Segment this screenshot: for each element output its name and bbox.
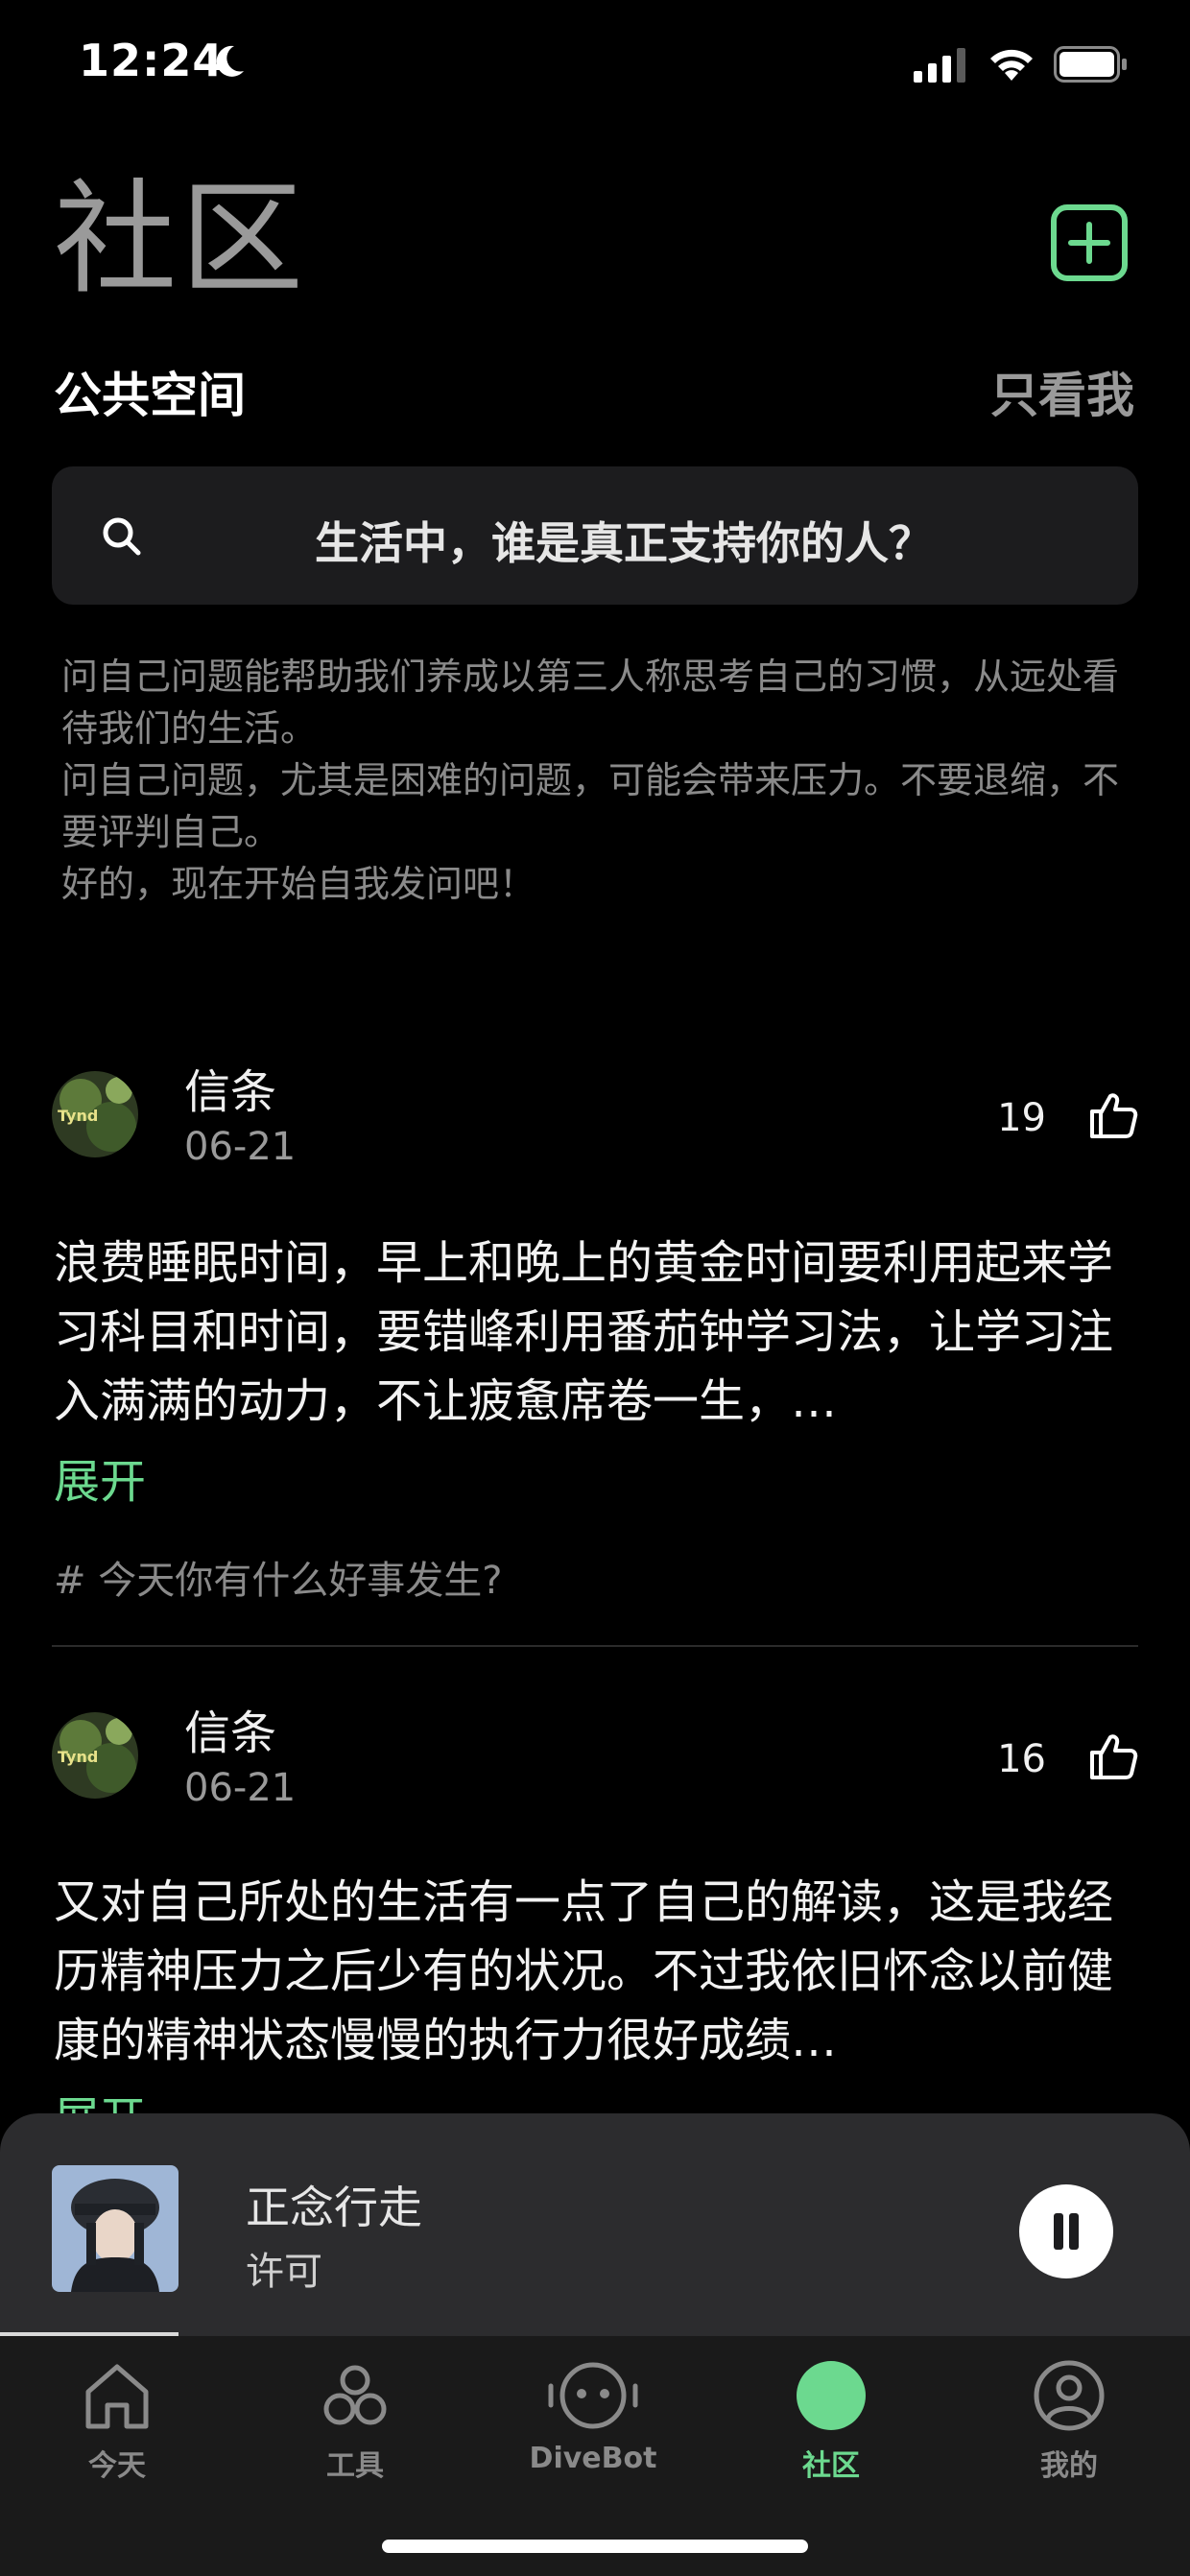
battery-icon bbox=[1054, 46, 1127, 83]
tab-label: DiveBot bbox=[529, 2442, 657, 2475]
status-bar: 12:24 bbox=[0, 0, 1190, 134]
community-icon bbox=[797, 2361, 866, 2430]
post-date: 06-21 bbox=[184, 1125, 297, 1169]
like-count: 16 bbox=[997, 1737, 1046, 1781]
cellular-signal-icon bbox=[914, 48, 965, 83]
tab-label: 工具 bbox=[326, 2449, 384, 2483]
home-icon bbox=[85, 2364, 149, 2429]
question-card[interactable]: 生活中，谁是真正支持你的人？ bbox=[52, 466, 1138, 605]
post-author: 信条 bbox=[184, 1706, 277, 1760]
public-space-tab[interactable]: 公共空间 bbox=[54, 357, 246, 426]
status-time: 12:24 bbox=[79, 35, 225, 86]
tab-community[interactable]: 社区 bbox=[735, 2357, 927, 2492]
page-title: 社区 bbox=[54, 168, 308, 311]
post-author: 信条 bbox=[184, 1065, 277, 1119]
tools-icon bbox=[323, 2365, 387, 2425]
daily-question: 生活中，谁是真正支持你的人？ bbox=[315, 517, 933, 569]
tab-tools[interactable]: 工具 bbox=[259, 2357, 451, 2492]
like-count: 19 bbox=[997, 1096, 1046, 1140]
post-text: 又对自己所处的生活有一点了自己的解读，这是我经历精神压力之后少有的状况。不过我依… bbox=[54, 1875, 1114, 2067]
svg-text:Tynd: Tynd bbox=[58, 1107, 98, 1125]
svg-text:Tynd: Tynd bbox=[58, 1748, 98, 1766]
home-indicator[interactable] bbox=[382, 2540, 808, 2553]
moon-icon bbox=[216, 45, 244, 77]
question-description: 问自己问题能帮助我们养成以第三人称思考自己的习惯，从远处看待我们的生活。 问自己… bbox=[61, 651, 1136, 910]
mini-player[interactable]: 正念行走 许可 bbox=[0, 2113, 1190, 2336]
tab-label: 今天 bbox=[88, 2449, 146, 2483]
thumbs-up-icon[interactable] bbox=[1088, 1731, 1138, 1781]
post-topic-tag[interactable]: # 今天你有什么好事发生? bbox=[54, 1549, 502, 1605]
pause-button[interactable] bbox=[1019, 2184, 1113, 2278]
description-line: 问自己问题，尤其是困难的问题，可能会带来压力。不要退缩，不要评判自己。 bbox=[61, 759, 1120, 853]
tab-label: 社区 bbox=[802, 2449, 860, 2483]
only-me-filter[interactable]: 只看我 bbox=[990, 357, 1134, 426]
wifi-icon bbox=[990, 49, 1033, 81]
post-text: 浪费睡眠时间，早上和晚上的黄金时间要利用起来学习科目和时间，要错峰利用番茄钟学习… bbox=[54, 1236, 1114, 1428]
avatar[interactable]: Tynd bbox=[52, 1071, 138, 1157]
track-title: 正念行走 bbox=[246, 2182, 422, 2233]
tab-profile[interactable]: 我的 bbox=[973, 2357, 1165, 2492]
expand-link[interactable]: 展开 bbox=[54, 1443, 146, 1511]
post-date: 06-21 bbox=[184, 1766, 297, 1810]
thumbs-up-icon[interactable] bbox=[1088, 1090, 1138, 1140]
description-line: 问自己问题能帮助我们养成以第三人称思考自己的习惯，从远处看待我们的生活。 bbox=[61, 656, 1120, 750]
tab-divebot[interactable]: DiveBot bbox=[497, 2357, 689, 2492]
album-cover[interactable] bbox=[52, 2165, 178, 2292]
pause-icon bbox=[1069, 2213, 1079, 2250]
bot-icon bbox=[548, 2362, 638, 2429]
tab-label: 我的 bbox=[1040, 2449, 1098, 2483]
post-divider bbox=[52, 1645, 1138, 1647]
description-line: 好的，现在开始自我发问吧！ bbox=[61, 863, 536, 905]
pause-icon bbox=[1054, 2213, 1063, 2250]
tab-today[interactable]: 今天 bbox=[21, 2357, 213, 2492]
avatar[interactable]: Tynd bbox=[52, 1712, 138, 1799]
add-post-icon[interactable] bbox=[1050, 203, 1129, 282]
track-artist: 许可 bbox=[246, 2250, 322, 2294]
profile-icon bbox=[1034, 2360, 1105, 2431]
